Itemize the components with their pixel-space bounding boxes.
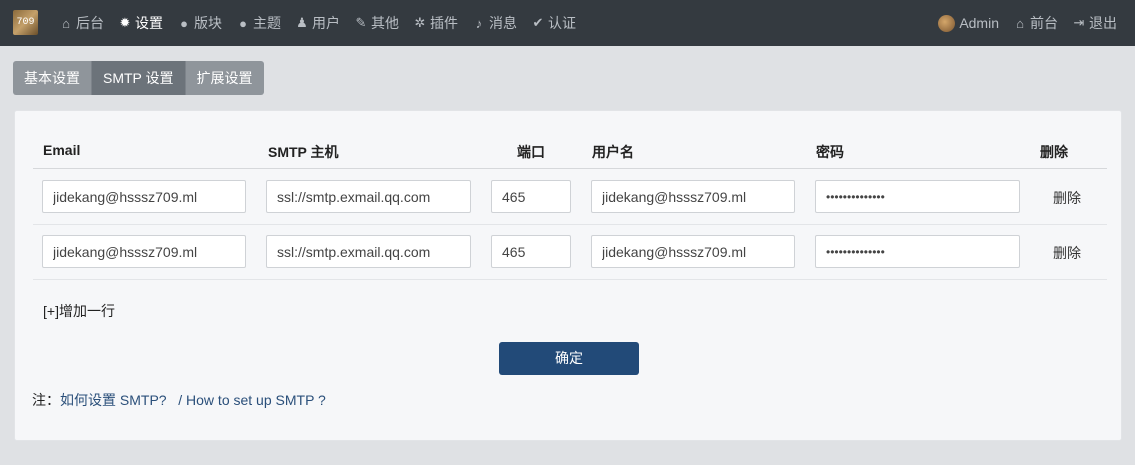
home-icon: ⌂ — [1016, 15, 1024, 31]
nav-item-threads[interactable]: ● 主题 — [236, 13, 281, 33]
comment-icon: ● — [180, 15, 188, 31]
nav-item-other[interactable]: ✎ 其他 — [354, 13, 399, 33]
user-icon: ♟ — [296, 15, 308, 30]
port-field[interactable] — [491, 180, 571, 213]
password-field[interactable] — [815, 235, 1020, 268]
email-field[interactable] — [42, 235, 246, 268]
header-divider — [33, 168, 1107, 169]
nav-item-label: 消息 — [489, 15, 517, 31]
row-divider — [33, 224, 1107, 225]
gears-icon: ✲ — [414, 15, 426, 30]
smtp-help-note: 注：如何设置 SMTP? / How to set up SMTP ? — [32, 390, 326, 410]
admin-label: Admin — [959, 15, 999, 31]
nav-item-label: 版块 — [194, 15, 222, 31]
nav-item-label: 认证 — [548, 15, 576, 31]
top-navbar: 709 ⌂ 后台 ✹ 设置 ● 版块 ● 主题 ♟ 用户 ✎ 其他 ✲ 插件 ♪… — [0, 0, 1135, 46]
check-icon: ✔ — [532, 15, 544, 30]
help-link-en[interactable]: / How to set up SMTP ? — [174, 392, 326, 408]
nav-item-label: 用户 — [312, 15, 340, 31]
site-logo[interactable]: 709 — [13, 10, 38, 35]
comment-icon: ● — [239, 15, 247, 31]
column-header-delete: 删除 — [1040, 144, 1068, 160]
add-row-link[interactable]: [+]增加一行 — [43, 301, 115, 321]
home-icon: ⌂ — [62, 15, 70, 31]
smtp-host-field[interactable] — [266, 235, 471, 268]
nav-item-users[interactable]: ♟ 用户 — [295, 13, 340, 33]
nav-item-label: 设置 — [135, 15, 163, 31]
port-field[interactable] — [491, 235, 571, 268]
logout-label: 退出 — [1089, 15, 1117, 31]
smtp-host-field[interactable] — [266, 180, 471, 213]
nav-item-verification[interactable]: ✔ 认证 — [531, 13, 576, 33]
nav-item-label: 后台 — [76, 15, 104, 31]
column-header-port: 端口 — [517, 144, 545, 160]
tab-smtp-settings[interactable]: SMTP 设置 — [92, 61, 186, 95]
column-header-email: Email — [43, 142, 81, 158]
nav-item-admin[interactable]: Admin — [938, 14, 999, 32]
smtp-settings-card: Email SMTP 主机 端口 用户名 密码 删除 删除 删除 [+]增加一行… — [14, 110, 1122, 441]
column-header-username: 用户名 — [592, 144, 634, 160]
nav-item-logout[interactable]: ⇥ 退出 — [1072, 13, 1117, 33]
bell-icon: ♪ — [475, 15, 483, 31]
delete-row-button[interactable]: 删除 — [1053, 188, 1081, 208]
submit-button[interactable]: 确定 — [499, 342, 639, 375]
nav-item-settings[interactable]: ✹ 设置 — [118, 13, 163, 33]
username-field[interactable] — [591, 180, 795, 213]
gear-icon: ✹ — [119, 15, 131, 30]
nav-right: Admin ⌂ 前台 ⇥ 退出 — [924, 0, 1117, 46]
delete-row-button[interactable]: 删除 — [1053, 243, 1081, 263]
tab-basic-settings[interactable]: 基本设置 — [13, 61, 92, 95]
nav-item-dashboard[interactable]: ⌂ 后台 — [59, 13, 104, 33]
avatar — [938, 14, 956, 32]
sign-out-icon: ⇥ — [1073, 15, 1085, 30]
settings-tabs: 基本设置 SMTP 设置 扩展设置 — [13, 61, 264, 95]
nav-item-label: 插件 — [430, 15, 458, 31]
email-field[interactable] — [42, 180, 246, 213]
nav-item-label: 主题 — [253, 15, 281, 31]
nav-item-forums[interactable]: ● 版块 — [177, 13, 222, 33]
nav-item-frontend[interactable]: ⌂ 前台 — [1013, 13, 1058, 33]
frontend-label: 前台 — [1030, 15, 1058, 31]
help-link-cn[interactable]: 如何设置 SMTP? — [60, 392, 167, 408]
nav-item-plugins[interactable]: ✲ 插件 — [413, 13, 458, 33]
note-prefix: 注： — [32, 392, 60, 408]
column-header-host: SMTP 主机 — [268, 144, 339, 160]
nav-item-label: 其他 — [371, 15, 399, 31]
nav-left: ⌂ 后台 ✹ 设置 ● 版块 ● 主题 ♟ 用户 ✎ 其他 ✲ 插件 ♪ 消息 — [59, 0, 590, 46]
password-field[interactable] — [815, 180, 1020, 213]
row-divider — [33, 279, 1107, 280]
nav-item-messages[interactable]: ♪ 消息 — [472, 13, 517, 33]
column-header-password: 密码 — [816, 144, 844, 160]
wrench-icon: ✎ — [355, 15, 367, 30]
username-field[interactable] — [591, 235, 795, 268]
tab-extended-settings[interactable]: 扩展设置 — [185, 61, 264, 95]
